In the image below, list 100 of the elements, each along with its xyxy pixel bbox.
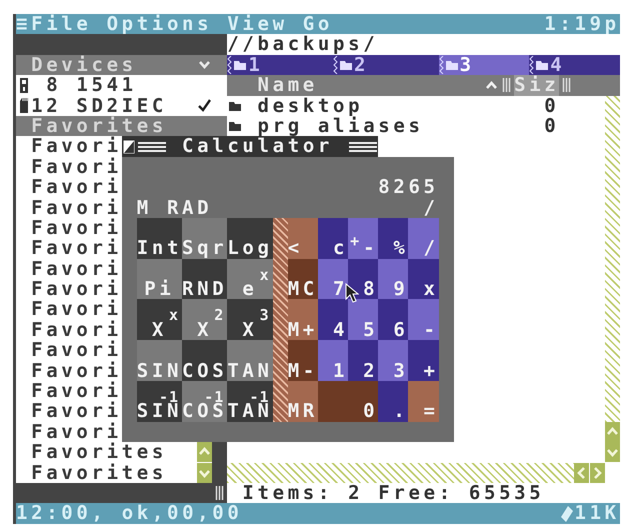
calculator-key[interactable]: % xyxy=(378,218,408,259)
favorite-item[interactable]: Favorites xyxy=(31,442,167,463)
tab[interactable]: 2 xyxy=(332,54,439,76)
folder-icon xyxy=(228,121,241,132)
favorite-item[interactable]: Favori xyxy=(31,320,122,340)
status-message: 12:00, ok,00,00 xyxy=(16,503,242,524)
favorite-item[interactable]: Favori xyxy=(31,340,122,361)
calculator-key[interactable]: Sqr xyxy=(182,218,228,259)
tab-edge-icon xyxy=(227,56,232,74)
folder-icon xyxy=(340,60,352,70)
calculator-key[interactable]: x xyxy=(408,258,439,300)
calculator-key[interactable]: 3 xyxy=(378,340,408,382)
calculator-key[interactable]: M- xyxy=(288,340,318,382)
calculator-key[interactable]: MC xyxy=(288,258,318,300)
close-box-icon[interactable] xyxy=(123,140,136,154)
calculator-key[interactable]: SIN xyxy=(136,340,182,382)
tab[interactable]: 1 xyxy=(227,54,333,76)
scroll-down-button[interactable] xyxy=(197,462,212,483)
section-title: Devices xyxy=(31,54,137,76)
drive-icon xyxy=(18,76,29,94)
section-title: Favorites xyxy=(31,116,167,136)
operator-indicator: / xyxy=(424,198,439,218)
tab[interactable]: 3 xyxy=(438,54,530,76)
calculator-key[interactable]: Int xyxy=(136,218,182,259)
folder-icon xyxy=(228,100,241,111)
favorite-item[interactable]: Favori xyxy=(31,177,122,198)
favorite-item[interactable]: Favori xyxy=(31,381,122,402)
file-name[interactable]: desktop xyxy=(258,96,364,116)
calculator-key[interactable]: - xyxy=(408,299,439,340)
resize-grip-icon xyxy=(502,78,512,92)
path-label: //backups/ xyxy=(227,34,378,55)
file-size: 0 xyxy=(544,96,560,116)
calculator-key[interactable]: -1 TAN xyxy=(227,381,273,422)
calculator-key[interactable]: + - xyxy=(348,218,378,259)
calculator-key[interactable]: RND xyxy=(182,258,228,300)
chevron-down-icon xyxy=(199,60,210,69)
calculator-key[interactable]: 2 xyxy=(348,340,378,382)
favorite-item[interactable]: Favori xyxy=(31,299,122,320)
title-lines-icon xyxy=(138,140,166,153)
calculator-key[interactable]: M+ xyxy=(288,299,318,340)
calculator-key[interactable]: -1 SIN xyxy=(136,381,182,422)
scroll-up-button[interactable] xyxy=(197,442,212,462)
calculator-key[interactable]: MR xyxy=(288,381,318,422)
free-space: 11K xyxy=(574,503,620,524)
calculator-key[interactable]: + xyxy=(408,340,439,382)
mode-indicator: M RAD xyxy=(136,198,212,218)
calculator-key[interactable]: COS xyxy=(182,340,228,382)
calculator-key[interactable]: Pi xyxy=(136,258,182,300)
device-number: 8 xyxy=(46,75,62,96)
file-size: 0 xyxy=(544,116,560,136)
calculator-key[interactable]: c xyxy=(318,218,348,259)
calculator-key[interactable]: < xyxy=(288,218,318,259)
scroll-left-button[interactable] xyxy=(574,462,590,483)
favorite-item[interactable]: Favori xyxy=(31,422,122,442)
calculator-key[interactable]: TAN xyxy=(227,340,273,382)
calculator-key[interactable]: 6 xyxy=(378,299,408,340)
favorite-item[interactable]: Favori xyxy=(31,258,122,280)
status-text: Items: 2 Free: 65535 xyxy=(242,482,544,504)
calculator-key[interactable]: 8 xyxy=(348,258,378,300)
clock: 1:19p xyxy=(544,14,620,34)
favorite-item[interactable]: Favorites xyxy=(31,462,167,483)
favorite-item[interactable]: Favori xyxy=(31,360,122,382)
folder-icon xyxy=(234,60,246,70)
folder-icon xyxy=(446,60,458,70)
favorite-item[interactable]: Favori xyxy=(31,401,122,422)
tab-edge-icon xyxy=(332,56,338,74)
calculator-key[interactable]: 5 xyxy=(348,299,378,340)
calculator-key[interactable]: 7 xyxy=(318,258,348,300)
calculator-key[interactable]: 9 xyxy=(378,258,408,300)
calculator-key[interactable]: . xyxy=(378,381,408,422)
pointer-icon xyxy=(344,283,359,304)
calculator-key[interactable]: Log xyxy=(227,218,273,259)
device-row[interactable]: 12 SD2IEC xyxy=(16,96,228,116)
resize-grip-icon xyxy=(215,486,224,500)
sd-card-icon xyxy=(18,97,29,114)
favorite-item[interactable]: Favori xyxy=(31,238,122,259)
scroll-right-button[interactable] xyxy=(590,462,605,483)
device-name: SD2IEC xyxy=(76,96,167,116)
calculator-key[interactable]: 0 xyxy=(318,381,378,422)
favorite-item[interactable]: Favori xyxy=(31,136,122,157)
calculator-key[interactable]: 1 xyxy=(318,340,348,382)
favorite-item[interactable]: Favori xyxy=(31,279,122,300)
favorite-item[interactable]: Favori xyxy=(31,198,122,218)
favorite-item[interactable]: Favori xyxy=(31,156,122,178)
file-name[interactable]: prg aliases xyxy=(258,116,424,136)
calculator-key[interactable]: 4 xyxy=(318,299,348,340)
diamond-icon xyxy=(560,506,573,522)
device-number: 12 xyxy=(31,96,62,116)
sort-up-icon xyxy=(486,81,497,90)
calculator-key[interactable]: -1 COS xyxy=(182,381,228,422)
tab[interactable]: 4 xyxy=(529,54,620,76)
calculator-key[interactable]: = xyxy=(408,381,439,422)
tab-edge-icon xyxy=(529,56,534,74)
calculator-display: 8265 xyxy=(378,177,439,198)
calculator-key[interactable]: / xyxy=(408,218,439,259)
favorite-item[interactable]: Favori xyxy=(31,218,122,238)
device-row[interactable]: 8 1541 xyxy=(16,75,228,96)
resize-grip-icon xyxy=(562,78,572,92)
window-title: Calculator xyxy=(182,136,333,157)
title-lines-icon xyxy=(349,140,378,153)
